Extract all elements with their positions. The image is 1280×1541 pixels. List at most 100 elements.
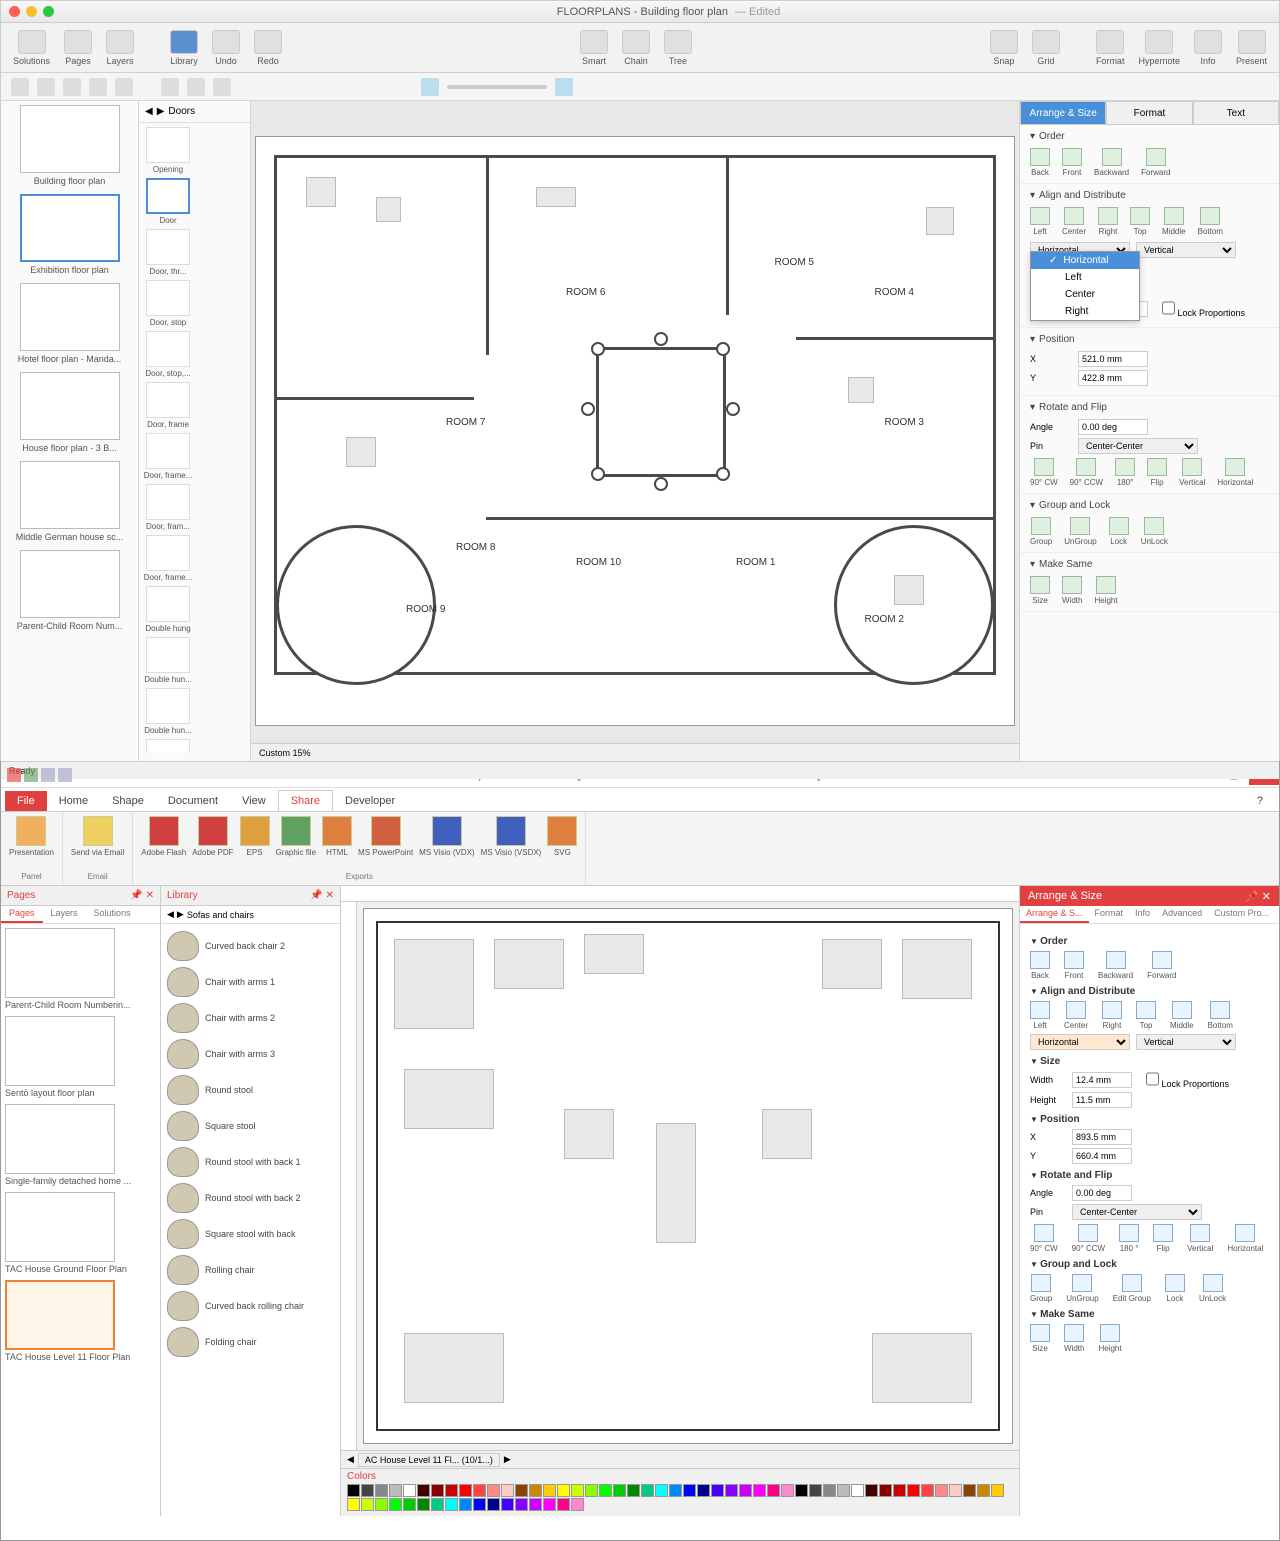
subtab-pages[interactable]: Pages <box>1 906 43 923</box>
page-tabs[interactable]: ◀ AC House Level 11 Fl... (10/1...) ▶ <box>341 1450 1019 1468</box>
pin-icon[interactable]: 📌 <box>1245 891 1259 903</box>
zoom-in-icon[interactable] <box>555 78 573 96</box>
tb-format[interactable]: Format <box>1090 28 1131 68</box>
export-graphic-file-button[interactable]: Graphic file <box>276 816 316 872</box>
align-bottom-button[interactable]: Bottom <box>1208 1001 1233 1030</box>
rotate-horizontal-button[interactable]: Horizontal <box>1217 458 1253 487</box>
color-swatch[interactable] <box>529 1498 542 1511</box>
same-width-button[interactable]: Width <box>1064 1324 1084 1353</box>
library-item[interactable]: Double hun... <box>143 637 193 684</box>
zoom-value[interactable]: Custom 15% <box>259 748 311 758</box>
color-swatch[interactable] <box>809 1484 822 1497</box>
same-width-button[interactable]: Width <box>1062 576 1082 605</box>
height-input[interactable] <box>1072 1092 1132 1108</box>
tb-pages[interactable]: Pages <box>58 28 98 68</box>
library-item[interactable]: Chair with arms 3 <box>165 1036 336 1072</box>
export-ms-powerpoint-button[interactable]: MS PowerPoint <box>358 816 413 872</box>
tab-info[interactable]: Info <box>1129 906 1156 923</box>
floorplan-drawing[interactable]: ROOM 1 ROOM 2 ROOM 3 ROOM 4 ROOM 5 ROOM … <box>255 136 1015 726</box>
y-input[interactable] <box>1072 1148 1132 1164</box>
color-swatch[interactable] <box>823 1484 836 1497</box>
nav-back-icon[interactable]: ◀ <box>145 106 153 117</box>
close-panel-icon[interactable]: ✕ <box>326 890 334 901</box>
dd-center[interactable]: Center <box>1031 286 1139 303</box>
rotate-flip-button[interactable]: Flip <box>1147 458 1167 487</box>
zoom-out-icon[interactable] <box>421 78 439 96</box>
color-swatch[interactable] <box>347 1484 360 1497</box>
color-swatch[interactable] <box>669 1484 682 1497</box>
pin-icon[interactable]: 📌 <box>310 890 322 901</box>
subtab-layers[interactable]: Layers <box>43 906 86 923</box>
library-item[interactable]: Double hung... <box>143 739 193 753</box>
color-swatch[interactable] <box>473 1484 486 1497</box>
rotate-180--button[interactable]: 180° <box>1115 458 1135 487</box>
distribute-tool-icon[interactable] <box>187 78 205 96</box>
order-back-button[interactable]: Back <box>1030 951 1050 980</box>
color-swatch[interactable] <box>459 1498 472 1511</box>
export-eps-button[interactable]: EPS <box>240 816 270 872</box>
text-icon[interactable] <box>115 78 133 96</box>
library-item[interactable]: Door, thr... <box>143 229 193 276</box>
color-swatch[interactable] <box>711 1484 724 1497</box>
color-swatch[interactable] <box>543 1498 556 1511</box>
group-lock-button[interactable]: Lock <box>1165 1274 1185 1303</box>
chevron-down-icon[interactable]: ▾ <box>1030 559 1035 570</box>
color-swatch[interactable] <box>431 1484 444 1497</box>
tab-document[interactable]: Document <box>156 791 230 811</box>
export-ms-visio-vdx--button[interactable]: MS Visio (VDX) <box>419 816 474 872</box>
rotate-vertical-button[interactable]: Vertical <box>1187 1224 1213 1253</box>
color-swatch[interactable] <box>725 1484 738 1497</box>
color-swatch[interactable] <box>599 1484 612 1497</box>
color-swatch[interactable] <box>571 1484 584 1497</box>
order-back-button[interactable]: Back <box>1030 148 1050 177</box>
dd-horizontal[interactable]: ✓Horizontal <box>1031 252 1139 269</box>
nav-back-icon[interactable]: ◀ <box>167 909 174 920</box>
library-item[interactable]: Round stool with back 1 <box>165 1144 336 1180</box>
rotate-90-ccw-button[interactable]: 90° CCW <box>1070 458 1103 487</box>
color-swatch[interactable] <box>641 1484 654 1497</box>
library-item[interactable]: Door, frame... <box>143 535 193 582</box>
library-item[interactable]: Double hun... <box>143 688 193 735</box>
align-left-button[interactable]: Left <box>1030 1001 1050 1030</box>
tab-share[interactable]: Share <box>278 790 333 811</box>
page-thumb[interactable]: TAC House Level 11 Floor Plan <box>5 1280 156 1362</box>
rotate-90-cw-button[interactable]: 90° CW <box>1030 458 1058 487</box>
send-email-button[interactable]: Send via Email <box>71 816 124 872</box>
color-swatch[interactable] <box>585 1484 598 1497</box>
page-thumb[interactable]: Middle German house sc... <box>5 461 134 542</box>
chevron-down-icon[interactable]: ▾ <box>1030 190 1035 201</box>
color-swatch[interactable] <box>739 1484 752 1497</box>
group-lock-button[interactable]: Lock <box>1109 517 1129 546</box>
align-top-button[interactable]: Top <box>1130 207 1150 236</box>
library-item[interactable]: Round stool with back 2 <box>165 1180 336 1216</box>
rotate-horizontal-button[interactable]: Horizontal <box>1227 1224 1263 1253</box>
order-front-button[interactable]: Front <box>1064 951 1084 980</box>
group-unlock-button[interactable]: UnLock <box>1199 1274 1226 1303</box>
library-item[interactable]: Round stool <box>165 1072 336 1108</box>
same-height-button[interactable]: Height <box>1098 1324 1121 1353</box>
vertical-select[interactable]: Vertical <box>1136 1034 1236 1050</box>
color-swatch[interactable] <box>921 1484 934 1497</box>
color-swatch[interactable] <box>907 1484 920 1497</box>
library-item[interactable]: Door <box>143 178 193 225</box>
tab-arrange[interactable]: Arrange & S... <box>1020 906 1089 923</box>
color-swatch[interactable] <box>697 1484 710 1497</box>
rotate-90-ccw-button[interactable]: 90° CCW <box>1072 1224 1105 1253</box>
tb-undo[interactable]: Undo <box>206 28 246 68</box>
color-swatch[interactable] <box>683 1484 696 1497</box>
color-swatch[interactable] <box>571 1498 584 1511</box>
export-adobe-flash-button[interactable]: Adobe Flash <box>141 816 186 872</box>
library-item[interactable]: Chair with arms 2 <box>165 1000 336 1036</box>
same-size-button[interactable]: Size <box>1030 576 1050 605</box>
dd-right[interactable]: Right <box>1031 303 1139 320</box>
rotate-vertical-button[interactable]: Vertical <box>1179 458 1205 487</box>
library-item[interactable]: Door, stop <box>143 280 193 327</box>
pin-icon[interactable]: 📌 <box>130 890 142 901</box>
color-swatch[interactable] <box>431 1498 444 1511</box>
group-ungroup-button[interactable]: UnGroup <box>1066 1274 1098 1303</box>
tab-file[interactable]: File <box>5 791 47 811</box>
order-backward-button[interactable]: Backward <box>1094 148 1129 177</box>
rotate-tool-icon[interactable] <box>213 78 231 96</box>
same-height-button[interactable]: Height <box>1094 576 1117 605</box>
chevron-down-icon[interactable]: ▾ <box>1030 131 1035 142</box>
